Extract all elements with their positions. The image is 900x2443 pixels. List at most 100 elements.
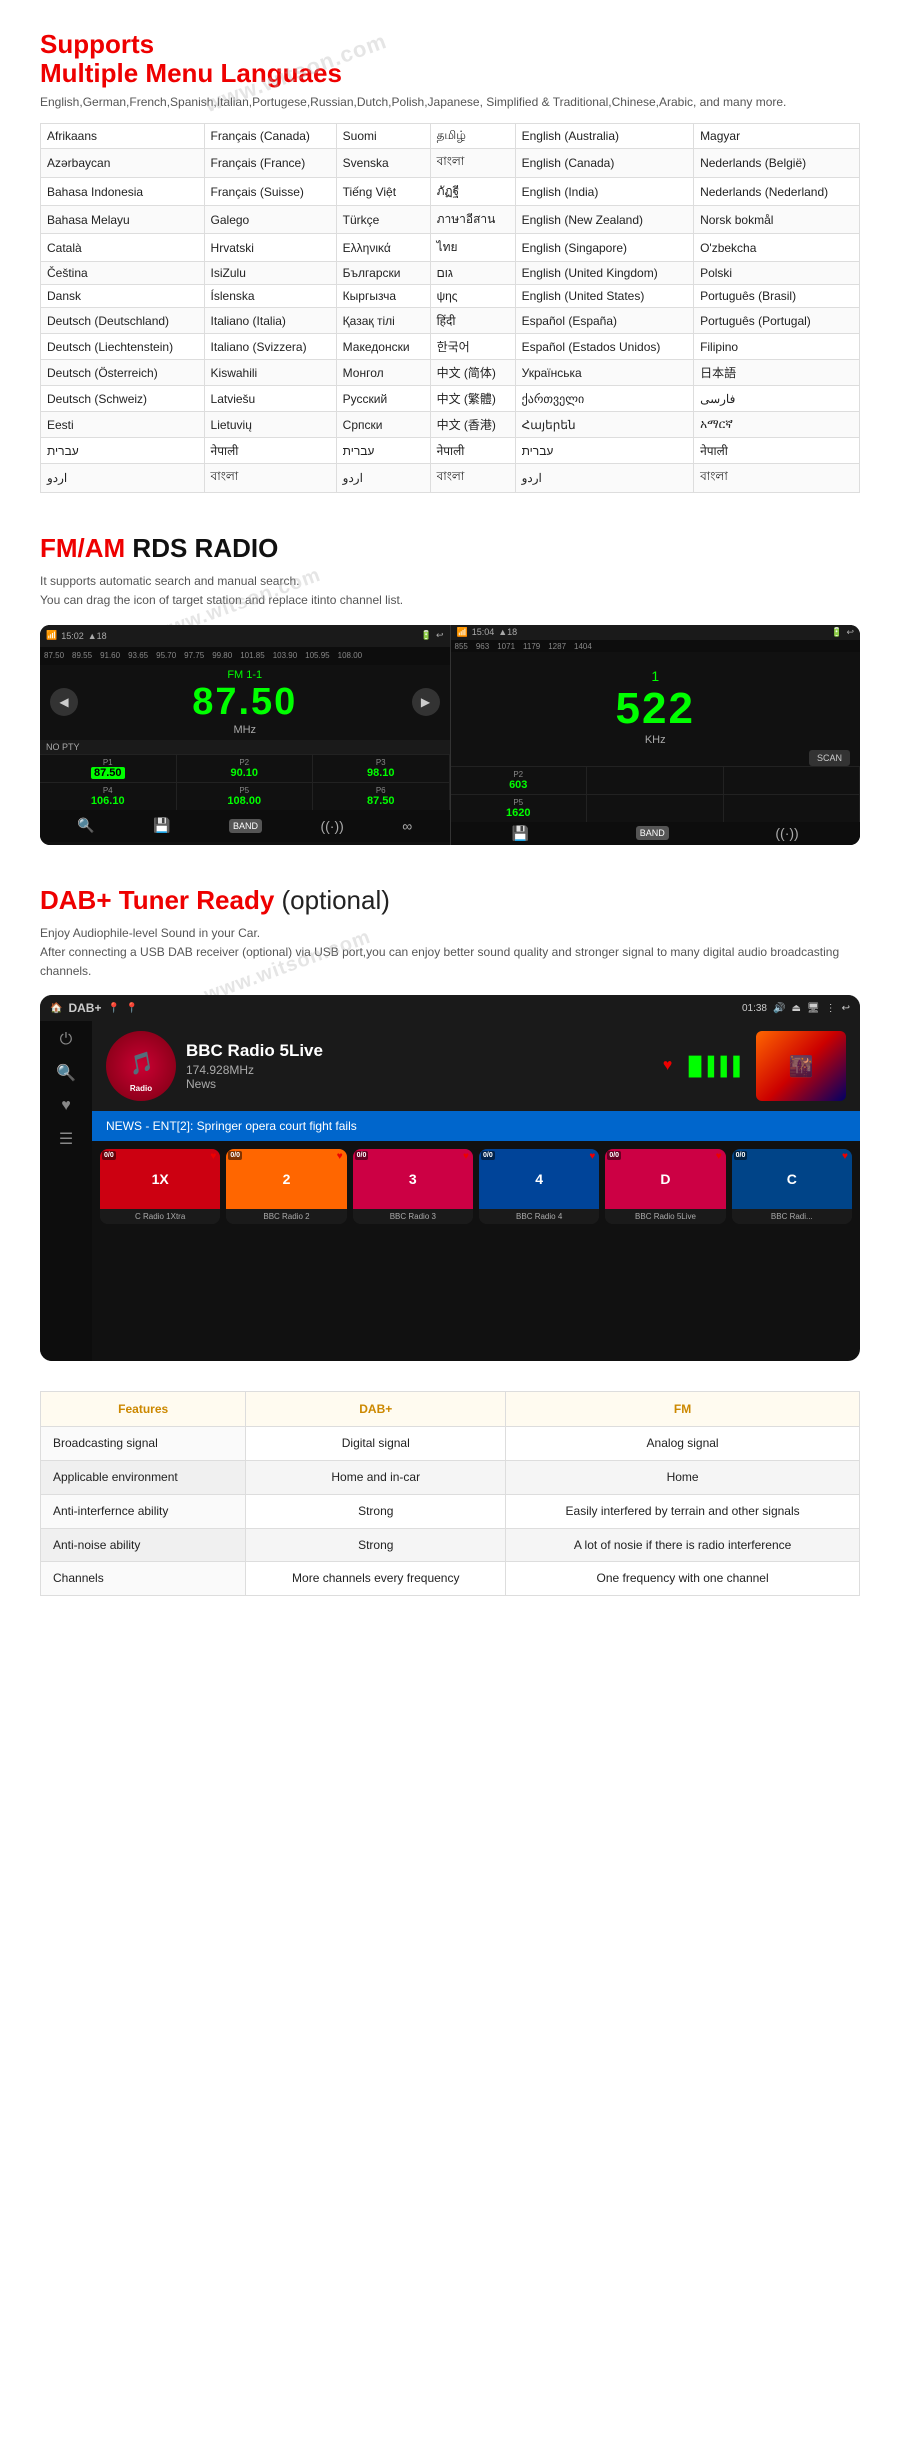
lang-cell: English (United States)	[515, 285, 693, 308]
fm-panel: 📶 15:02 ▲18 🔋 ↩ 87.50 89.55 91.60 93.65 …	[40, 625, 451, 845]
lang-cell: ქართველი	[515, 386, 693, 412]
fm-band-icon[interactable]: BAND	[229, 819, 262, 833]
lang-cell: Ελληνικά	[336, 234, 430, 262]
languages-section: www.witson.com Supports Multiple Menu La…	[0, 0, 900, 513]
dab-list-icon[interactable]: ☰	[59, 1129, 73, 1149]
fm-back-icon: ↩	[436, 630, 444, 641]
lang-cell: Հայերեն	[515, 412, 693, 438]
dab-sidebar: ⏻ 🔍 ♥ ☰	[40, 1021, 92, 1361]
dab-favorite-icon[interactable]: ♥	[663, 1057, 673, 1075]
fm-prev-button[interactable]: ◀	[50, 688, 78, 716]
compare-fm-cell: One frequency with one channel	[506, 1562, 860, 1596]
fm-tape-icon[interactable]: ∞	[402, 818, 412, 834]
radio-section: www.witson.com FM/AM RDS RADIO It suppor…	[0, 513, 900, 854]
am-scan-button[interactable]: SCAN	[809, 750, 850, 766]
lang-cell: Српски	[336, 412, 430, 438]
fm-preset-1[interactable]: P1 87.50	[40, 755, 177, 782]
lang-cell: 中文 (繁體)	[430, 386, 515, 412]
fm-signal-icon: 📶	[46, 630, 57, 641]
lang-cell: English (Canada)	[515, 149, 693, 178]
dab-channel-5[interactable]: 0/0 ♥ D BBC Radio 5Live	[605, 1149, 725, 1224]
lang-cell: עברית	[515, 438, 693, 464]
dab-content: ⏻ 🔍 ♥ ☰ 🎵 BBC Radio 5Live 174.928MHz New…	[40, 1021, 860, 1361]
lang-cell: Italiano (Svizzera)	[204, 334, 336, 360]
am-status-bar: 📶 15:04 ▲18 🔋 ↩	[451, 625, 861, 640]
am-freq-ruler: 855 963 1071 1179 1287 1404	[451, 640, 861, 653]
dab-channel-6[interactable]: 0/0 ♥ C BBC Radi...	[732, 1149, 852, 1224]
am-save-icon[interactable]: 💾	[512, 825, 529, 842]
lang-cell: Deutsch (Deutschland)	[41, 308, 205, 334]
lang-cell: Magyar	[694, 124, 860, 149]
dab-mode-label: DAB+	[68, 1001, 101, 1015]
dab-location-icon: 📍	[126, 1003, 138, 1014]
lang-cell: اردو	[336, 464, 430, 493]
fm-bottom-bar: 🔍 💾 BAND ((·)) ∞	[40, 810, 450, 842]
lang-cell: 日本語	[694, 360, 860, 386]
lang-cell: Bahasa Indonesia	[41, 178, 205, 206]
dab-channel-1[interactable]: 0/0 ♥ 1X C Radio 1Xtra	[100, 1149, 220, 1224]
am-preset-p2[interactable]: P2 603	[451, 767, 588, 794]
lang-cell: Deutsch (Schweiz)	[41, 386, 205, 412]
dab-main-content: 🎵 BBC Radio 5Live 174.928MHz News ♥ ▐▌▌▌…	[92, 1021, 860, 1361]
lang-cell: தமிழ்	[430, 124, 515, 149]
am-display-row: 1 522 KHz	[451, 652, 861, 750]
radio-screenshot: 📶 15:02 ▲18 🔋 ↩ 87.50 89.55 91.60 93.65 …	[40, 625, 860, 845]
dab-search-icon[interactable]: 🔍	[56, 1063, 76, 1083]
dab-channel-2[interactable]: 0/0 ♥ 2 BBC Radio 2	[226, 1149, 346, 1224]
dab-channel-4-art: 0/0 ♥ 4	[479, 1149, 599, 1209]
fm-search-icon[interactable]: 🔍	[77, 817, 94, 834]
am-bottom-bar: 💾 BAND ((·))	[451, 822, 861, 844]
fm-next-button[interactable]: ▶	[412, 688, 440, 716]
dab-album-art: 🌃	[756, 1031, 846, 1101]
dab-pin-icon: 📍	[107, 1003, 119, 1014]
dab-home-icon[interactable]: 🏠	[50, 1003, 62, 1014]
lang-cell: Français (Suisse)	[204, 178, 336, 206]
fm-presets-row1: P1 87.50 P2 90.10 P3 98.10	[40, 754, 450, 782]
dab-more-icon[interactable]: ⋮	[826, 1003, 836, 1014]
lang-cell: ภาษาอีสาน	[430, 206, 515, 234]
fm-preset-4[interactable]: P4 106.10	[40, 783, 177, 810]
dab-station-freq: 174.928MHz	[186, 1063, 653, 1077]
dab-station-name: BBC Radio 5Live	[186, 1041, 653, 1061]
fm-preset-6[interactable]: P6 87.50	[313, 783, 450, 810]
am-panel: 📶 15:04 ▲18 🔋 ↩ 855 963 1071 1179 1287 1…	[451, 625, 861, 845]
fm-preset-3[interactable]: P3 98.10	[313, 755, 450, 782]
fm-wifi-icon[interactable]: ((·))	[320, 818, 343, 834]
dab-back-icon[interactable]: ↩	[842, 1003, 850, 1014]
lang-cell: اردو	[41, 464, 205, 493]
dab-channel-4[interactable]: 0/0 ♥ 4 BBC Radio 4	[479, 1149, 599, 1224]
lang-cell: English (Singapore)	[515, 234, 693, 262]
lang-cell: Қазақ тілі	[336, 308, 430, 334]
lang-cell: Polski	[694, 262, 860, 285]
lang-cell: Македонски	[336, 334, 430, 360]
dab-channel-3[interactable]: 0/0 ♥ 3 BBC Radio 3	[353, 1149, 473, 1224]
radio-desc: It supports automatic search and manual …	[40, 572, 860, 610]
dab-top-bar: 🏠 DAB+ 📍 📍 01:38 🔊 ⏏ 🖥 ⋮ ↩	[40, 995, 860, 1021]
am-display: 1 522 KHz	[616, 668, 695, 746]
languages-subtitle: English,German,French,Spanish,Italian,Po…	[40, 95, 860, 109]
lang-cell: English (Australia)	[515, 124, 693, 149]
compare-feature-cell: Broadcasting signal	[41, 1427, 246, 1461]
dab-power-icon[interactable]: ⏻	[60, 1031, 73, 1049]
fm-status-bar: 📶 15:02 ▲18 🔋 ↩	[40, 625, 450, 647]
fm-preset-2[interactable]: P2 90.10	[177, 755, 314, 782]
fm-preset-5[interactable]: P5 108.00	[177, 783, 314, 810]
fm-presets-row2: P4 106.10 P5 108.00 P6 87.50	[40, 782, 450, 810]
fm-save-icon[interactable]: 💾	[153, 817, 170, 834]
lang-cell: Deutsch (Liechtenstein)	[41, 334, 205, 360]
lang-cell: Kiswahili	[204, 360, 336, 386]
am-preset-p5[interactable]: P5 1620	[451, 795, 588, 822]
am-band-icon[interactable]: BAND	[636, 826, 669, 840]
lang-cell: English (India)	[515, 178, 693, 206]
dab-heart-sidebar-icon[interactable]: ♥	[61, 1097, 71, 1115]
am-battery-icon: 🔋	[831, 627, 842, 638]
fm-battery-icon: 🔋	[421, 630, 432, 641]
compare-dab-cell: Home and in-car	[246, 1460, 506, 1494]
am-wifi-icon[interactable]: ((·))	[775, 825, 798, 841]
lang-cell: Français (Canada)	[204, 124, 336, 149]
lang-cell: גום	[430, 262, 515, 285]
dab-channel-3-art: 0/0 ♥ 3	[353, 1149, 473, 1209]
fm-frequency: 87.50	[192, 681, 297, 724]
compare-dab-cell: More channels every frequency	[246, 1562, 506, 1596]
lang-cell: Eesti	[41, 412, 205, 438]
